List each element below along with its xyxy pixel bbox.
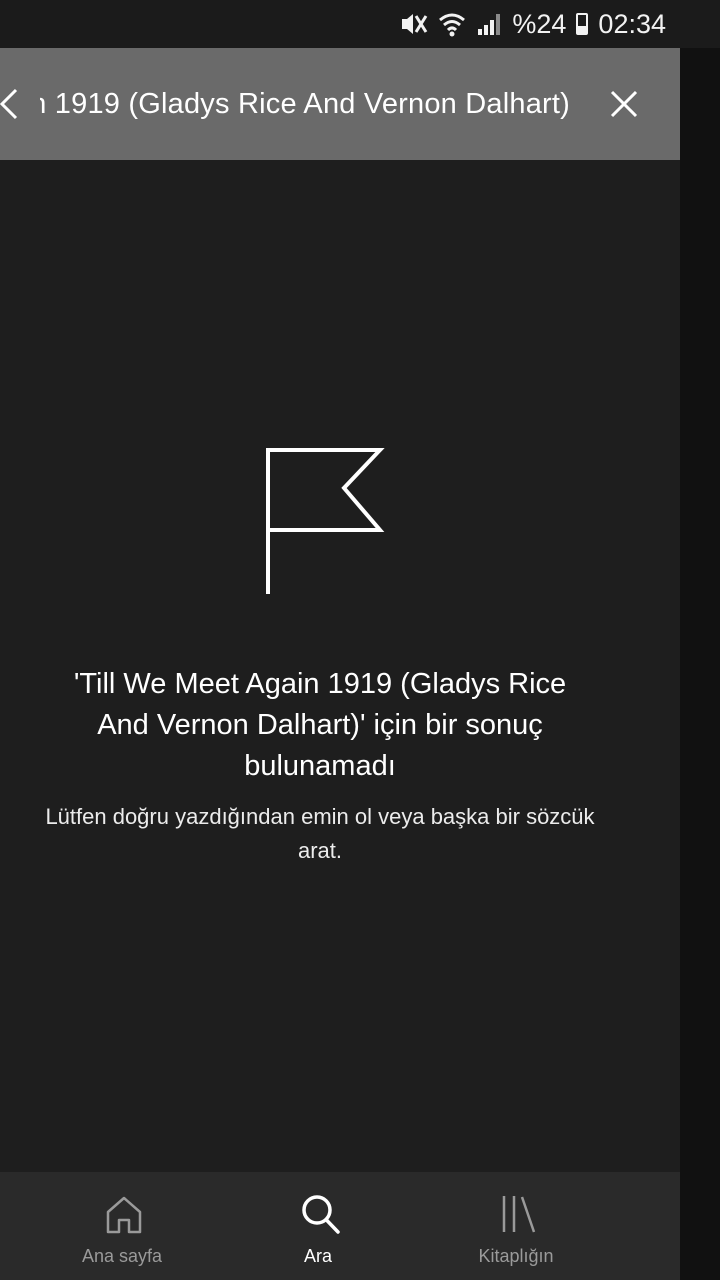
home-icon: [106, 1196, 142, 1234]
side-panel-edge: [680, 0, 720, 1280]
search-query-title: 'Till We Meet Again 1919 (Gladys Rice An…: [40, 87, 570, 120]
nav-home-label: Ana sayfa: [81, 1246, 163, 1266]
nav-search-label: Ara: [303, 1246, 332, 1266]
mute-vibrate-icon: [398, 9, 428, 39]
nav-library-label: Kitaplığın: [478, 1246, 554, 1266]
chevron-left-icon[interactable]: [0, 84, 34, 124]
signal-icon: [476, 9, 502, 39]
battery-percentage: %24: [512, 8, 567, 39]
status-bar: %24 02:34: [0, 0, 720, 48]
library-icon: [502, 1196, 536, 1233]
nav-library[interactable]: Kitaplığın: [416, 1172, 616, 1280]
wifi-icon: [438, 9, 466, 39]
no-results-title: 'Till We Meet Again 1919 (Gladys Rice An…: [73, 668, 567, 782]
no-results-hint: Lütfen doğru yazdığından emin ol veya ba…: [45, 804, 595, 863]
flag-icon: [266, 448, 385, 594]
no-results-panel: 'Till We Meet Again 1919 (Gladys Rice An…: [0, 160, 640, 1172]
nav-home[interactable]: Ana sayfa: [22, 1172, 222, 1280]
search-header: 'Till We Meet Again 1919 (Gladys Rice An…: [0, 48, 680, 160]
search-icon: [302, 1195, 340, 1234]
bottom-navigation: Ana sayfa Ara Kitaplığın: [0, 1172, 680, 1280]
nav-search[interactable]: Ara: [218, 1172, 418, 1280]
close-icon[interactable]: [604, 84, 644, 124]
battery-icon: [576, 13, 589, 35]
clock: 02:34: [598, 8, 666, 39]
